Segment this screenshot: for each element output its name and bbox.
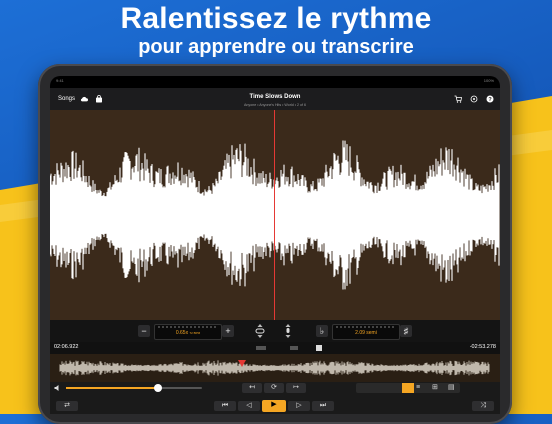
speed-tempo: 72 BPM xyxy=(189,331,201,335)
rewind-button[interactable]: ◁ xyxy=(238,401,260,411)
speed-value: 0.65x xyxy=(175,330,189,336)
time-elapsed: 02:06.922 xyxy=(54,344,79,350)
headline-line-2: pour apprendre ou transcrire xyxy=(138,36,414,58)
skip-forward-button[interactable]: ⏭ xyxy=(312,401,334,411)
set-loop-end-button[interactable]: ↦ xyxy=(286,383,306,393)
speed-decrease-button[interactable]: − xyxy=(138,325,150,337)
top-bar: Songs Time Slows Down Anyone • Anyone's … xyxy=(50,88,500,110)
waveform-overview[interactable] xyxy=(50,354,500,382)
loop-start-marker[interactable] xyxy=(256,346,266,350)
microphone-icon[interactable] xyxy=(282,324,294,338)
time-remaining: -02:53.278 xyxy=(469,344,496,350)
loop-end-marker[interactable] xyxy=(290,346,298,350)
crop-icon[interactable]: ⊞ xyxy=(432,383,438,393)
shuffle-button[interactable]: ⤨ xyxy=(472,401,494,411)
app-screen: 9:41 100% Songs Time Slows Down Anyone •… xyxy=(50,76,500,414)
set-loop-start-button[interactable]: ↤ xyxy=(242,383,262,393)
status-battery: 100% xyxy=(483,78,494,83)
loop-button[interactable]: ⟳ xyxy=(264,383,284,393)
gear-icon[interactable] xyxy=(470,95,478,103)
volume-icon xyxy=(54,385,59,391)
mixer-icon[interactable]: ≡ xyxy=(416,383,420,393)
repeat-button[interactable]: ⇄ xyxy=(56,401,78,411)
speed-increase-button[interactable]: + xyxy=(222,325,234,337)
loop-toggle-icon[interactable] xyxy=(254,324,266,338)
waveform-view-icon[interactable] xyxy=(402,383,414,393)
headline: Ralentissez le rythme pour apprendre ou … xyxy=(0,2,552,58)
track-title: Time Slows Down xyxy=(249,94,301,100)
view-toggle-group: ≡ ⊞ ▤ xyxy=(356,383,460,393)
markers-icon[interactable]: ▤ xyxy=(448,383,455,393)
status-time: 9:41 xyxy=(56,78,64,83)
skip-back-button[interactable]: ⏮ xyxy=(214,401,236,411)
playhead[interactable] xyxy=(274,110,275,326)
speed-display[interactable]: 0.65x 72 BPM xyxy=(154,324,222,340)
speed-pitch-controls: − 0.65x 72 BPM + ♭ 2.09 semi ♯ xyxy=(50,320,500,342)
volume-slider-handle[interactable] xyxy=(154,384,163,392)
volume-slider[interactable] xyxy=(66,384,202,392)
edit-icon[interactable] xyxy=(316,345,322,351)
help-icon[interactable]: ? xyxy=(486,95,494,103)
play-button[interactable]: ▶ xyxy=(262,400,286,412)
fast-forward-button[interactable]: ▷ xyxy=(288,401,310,411)
headline-line-1: Ralentissez le rythme xyxy=(120,2,432,35)
bottom-toolbar: ↤ ⟳ ↦ ≡ ⊞ ▤ ⇄ ⏮ ◁ ▶ ▷ ⏭ ⤨ xyxy=(50,382,500,414)
sharp-button[interactable]: ♯ xyxy=(400,325,412,337)
cart-icon[interactable] xyxy=(454,95,462,103)
track-subtitle: Anyone • Anyone's Hits • World • 2 of 6 xyxy=(244,103,306,107)
pitch-value: 2.09 semi xyxy=(355,330,377,336)
waveform-main[interactable] xyxy=(50,110,500,320)
time-bar: 02:06.922 -02:53.278 xyxy=(50,342,500,354)
flat-button[interactable]: ♭ xyxy=(316,325,328,337)
pitch-display[interactable]: 2.09 semi xyxy=(332,324,400,340)
status-bar: 9:41 100% xyxy=(50,76,500,86)
